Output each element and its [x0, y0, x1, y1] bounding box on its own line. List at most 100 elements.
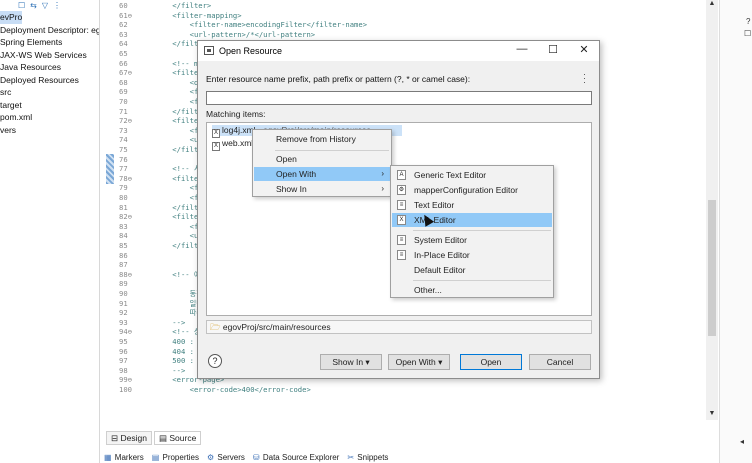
- tab-source[interactable]: ▤ Source: [153, 431, 202, 445]
- tab-markers[interactable]: ▦ Markers: [104, 453, 144, 463]
- context-menu: Remove from History Open Open With › Show…: [252, 129, 392, 197]
- scroll-left-icon[interactable]: ◂: [740, 437, 744, 446]
- line-number: 83: [119, 221, 128, 231]
- xml-file-icon: X: [212, 129, 220, 138]
- panel-item-icon[interactable]: ☐: [744, 29, 751, 38]
- menu-item-system-editor[interactable]: ≡ System Editor: [392, 233, 552, 247]
- code-line[interactable]: 62 <filter-name>encodingFilter</filter-n…: [101, 20, 701, 30]
- line-number: 88⊖: [119, 269, 132, 279]
- open-resource-icon: [204, 46, 214, 55]
- menu-item-mapper-configuration-editor[interactable]: ⚙ mapperConfiguration Editor: [392, 183, 552, 197]
- editor-tab-bar: ⊟ Design ▤ Source: [106, 431, 202, 445]
- resource-search-input[interactable]: [206, 91, 592, 105]
- matching-items-label: Matching items:: [206, 109, 266, 119]
- source-icon: ▤: [158, 433, 170, 443]
- system-editor-icon: ≡: [397, 235, 406, 245]
- menu-item-default-editor[interactable]: Default Editor: [392, 263, 552, 277]
- minimize-button[interactable]: —: [512, 43, 532, 55]
- tree-item[interactable]: target: [0, 99, 99, 112]
- line-number: 61⊖: [119, 10, 132, 20]
- line-number: 80: [119, 193, 128, 202]
- line-number: 70: [119, 97, 128, 106]
- line-number: 92: [119, 308, 128, 318]
- code-text: </filte: [155, 39, 203, 49]
- project-explorer: ☐ ⇆ ▽ ⋮ evProj Deployment Descriptor: eg…: [0, 0, 100, 463]
- explorer-toolbar: ☐ ⇆ ▽ ⋮: [0, 0, 99, 11]
- tree-item[interactable]: src: [0, 86, 99, 99]
- submenu-arrow-icon: ›: [381, 169, 384, 178]
- line-number: 74: [119, 135, 128, 145]
- menu-item-open[interactable]: Open: [254, 152, 390, 166]
- line-number: 91: [119, 298, 128, 308]
- collapse-all-icon[interactable]: ☐: [18, 1, 25, 10]
- filter-icon[interactable]: ▽: [42, 1, 48, 10]
- line-number: 85: [119, 241, 128, 250]
- tree-item[interactable]: Deployed Resources: [0, 74, 99, 87]
- tab-snippets[interactable]: ✂ Snippets: [347, 453, 388, 463]
- scrollbar-thumb[interactable]: [708, 200, 716, 336]
- cancel-button[interactable]: Cancel: [529, 354, 591, 370]
- line-number: 94⊖: [119, 327, 132, 337]
- search-prompt: Enter resource name prefix, path prefix …: [206, 74, 471, 84]
- code-text: </filter>: [155, 1, 212, 10]
- code-line[interactable]: 60 </filter>: [101, 1, 701, 11]
- maximize-button[interactable]: ☐: [543, 43, 563, 56]
- code-line[interactable]: 61⊖ <filter-mapping>: [101, 11, 701, 21]
- list-item[interactable]: Xweb.xml: [212, 138, 253, 151]
- code-line[interactable]: 100 <error-code>400</error-code>: [101, 385, 701, 395]
- tree-item[interactable]: pom.xml: [0, 111, 99, 124]
- line-number: 89: [119, 279, 128, 289]
- line-number: 84: [119, 231, 128, 241]
- menu-item-other[interactable]: Other...: [392, 283, 552, 297]
- scroll-down-icon[interactable]: ▼: [706, 410, 718, 417]
- submenu-arrow-icon: ›: [381, 184, 384, 193]
- menu-item-in-place-editor[interactable]: ≡ In-Place Editor: [392, 248, 552, 262]
- menu-item-text-editor[interactable]: ≡ Text Editor: [392, 198, 552, 212]
- scroll-up-icon[interactable]: ▲: [706, 0, 718, 7]
- markers-icon: ▦: [104, 453, 112, 462]
- tree-item[interactable]: JAX-WS Web Services: [0, 49, 99, 62]
- open-with-button[interactable]: Open With ▾: [388, 354, 450, 370]
- line-number: 65: [119, 49, 128, 58]
- tree-item[interactable]: Spring Elements: [0, 36, 99, 49]
- view-menu-icon[interactable]: ⋮: [53, 1, 61, 10]
- link-editor-icon[interactable]: ⇆: [30, 1, 37, 10]
- tree-item[interactable]: Java Resources: [0, 61, 99, 74]
- menu-item-remove-from-history[interactable]: Remove from History: [254, 132, 390, 146]
- line-number: 73: [119, 125, 128, 135]
- help-button[interactable]: ?: [208, 354, 222, 368]
- menu-item-open-with[interactable]: Open With ›: [254, 167, 390, 181]
- xml-editor-icon: X: [397, 215, 406, 225]
- show-in-button[interactable]: Show In ▾: [320, 354, 382, 370]
- line-number: 72⊖: [119, 116, 132, 126]
- tab-data-source-explorer[interactable]: ⛁ Data Source Explorer: [253, 453, 339, 463]
- code-text: <url-pattern>/*</url-pattern>: [155, 29, 316, 39]
- resource-path-bar: 🗁 egovProj/src/main/resources: [206, 320, 592, 334]
- line-number: 77: [119, 164, 128, 174]
- data-source-icon: ⛁: [252, 453, 260, 462]
- tab-servers[interactable]: ⚙ Servers: [207, 453, 245, 463]
- view-menu-icon[interactable]: · · ·: [583, 70, 587, 87]
- line-number: 81: [119, 202, 128, 212]
- open-button[interactable]: Open: [460, 354, 522, 370]
- editor-scrollbar[interactable]: ▲ ▼: [706, 0, 718, 420]
- menu-item-generic-text-editor[interactable]: A Generic Text Editor: [392, 168, 552, 182]
- help-icon[interactable]: ?: [746, 17, 750, 26]
- line-number: 97: [119, 356, 128, 366]
- tab-design[interactable]: ⊟ Design: [106, 431, 152, 445]
- text-editor-icon: ≡: [397, 200, 406, 210]
- line-number: 64: [119, 39, 128, 49]
- close-button[interactable]: ✕: [574, 43, 594, 56]
- code-line[interactable]: 63 <url-pattern>/*</url-pattern>: [101, 30, 701, 40]
- tree-item[interactable]: Deployment Descriptor: eg: [0, 24, 99, 37]
- line-number: 66: [119, 58, 128, 68]
- dialog-title: Open Resource: [219, 46, 283, 56]
- menu-item-show-in[interactable]: Show In ›: [254, 182, 390, 196]
- tree-item[interactable]: evProj: [0, 11, 22, 24]
- code-text: <error-code>400</error-code>: [155, 385, 311, 394]
- menu-item-xml-editor[interactable]: X XML Editor: [392, 213, 552, 227]
- tree-item[interactable]: vers: [0, 124, 99, 137]
- line-number: 95: [119, 337, 128, 346]
- bottom-views-bar: ▦ Markers ▤ Properties ⚙ Servers ⛁ Data …: [104, 453, 752, 463]
- tab-properties[interactable]: ▤ Properties: [152, 453, 199, 463]
